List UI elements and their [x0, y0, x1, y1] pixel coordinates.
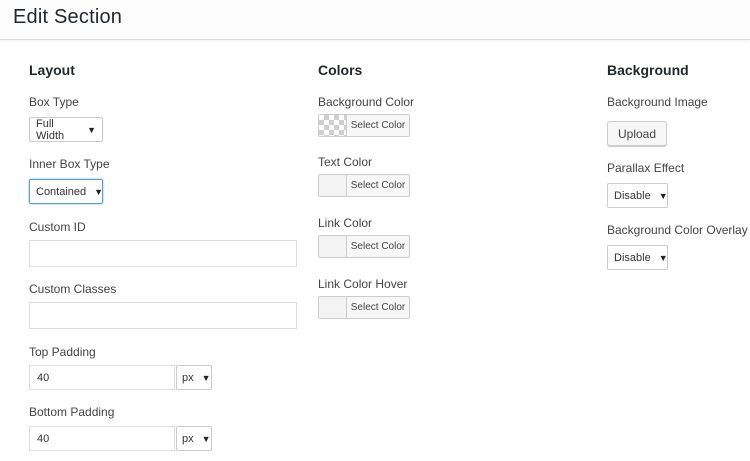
link-color-picker[interactable]: Select Color [318, 235, 410, 258]
top-padding-unit-select[interactable]: px ▼ [176, 365, 212, 390]
link-color-hover-label: Link Color Hover [318, 277, 408, 291]
inner-box-type-select[interactable]: Contained ▼ [29, 179, 103, 204]
background-color-label: Background Color [318, 95, 415, 109]
background-color-overlay-value: Disable [614, 251, 651, 264]
select-color-button[interactable]: Select Color [347, 115, 409, 136]
custom-classes-input[interactable] [29, 302, 297, 329]
parallax-effect-select[interactable]: Disable ▼ [607, 183, 668, 208]
text-color-picker[interactable]: Select Color [318, 174, 410, 197]
color-swatch [319, 236, 347, 257]
caret-down-icon: ▼ [87, 124, 96, 135]
upload-button[interactable]: Upload [607, 121, 668, 146]
background-color-picker[interactable]: Select Color [318, 114, 410, 137]
bottom-padding-unit: px [182, 432, 194, 445]
bottom-padding-unit-select[interactable]: px ▼ [176, 426, 212, 451]
background-section-title: Background [607, 62, 689, 78]
link-color-label: Link Color [318, 216, 373, 230]
custom-classes-label: Custom Classes [29, 282, 117, 296]
select-color-button[interactable]: Select Color [347, 297, 409, 318]
bottom-padding-input[interactable]: 40 [29, 426, 175, 451]
box-type-select[interactable]: Full Width ▼ [29, 117, 103, 142]
page-title: Edit Section [13, 6, 123, 28]
top-padding-input[interactable]: 40 [29, 365, 175, 390]
box-type-value: Full Width [36, 117, 65, 142]
box-type-label: Box Type [29, 95, 79, 109]
color-swatch [319, 297, 347, 318]
custom-id-label: Custom ID [29, 220, 86, 234]
colors-section-title: Colors [318, 62, 363, 78]
text-color-label: Text Color [318, 155, 373, 169]
bottom-padding-label: Bottom Padding [29, 405, 115, 419]
parallax-effect-value: Disable [614, 189, 651, 202]
modal-header: Edit Section [0, 0, 750, 40]
select-color-button[interactable]: Select Color [347, 175, 409, 196]
inner-box-type-value: Contained [36, 185, 87, 198]
color-swatch [319, 175, 347, 196]
background-color-overlay-label: Background Color Overlay [607, 223, 748, 237]
layout-section-title: Layout [29, 62, 75, 78]
caret-down-icon: ▼ [658, 190, 668, 201]
caret-down-icon: ▼ [94, 186, 104, 197]
link-color-hover-picker[interactable]: Select Color [318, 296, 410, 319]
caret-down-icon: ▼ [201, 372, 211, 383]
caret-down-icon: ▼ [201, 433, 211, 444]
background-color-overlay-select[interactable]: Disable ▼ [607, 245, 668, 270]
top-padding-label: Top Padding [29, 345, 96, 359]
caret-down-icon: ▼ [658, 252, 668, 263]
inner-box-type-label: Inner Box Type [29, 157, 110, 171]
background-image-label: Background Image [607, 95, 708, 109]
transparent-swatch-icon [319, 115, 347, 136]
parallax-effect-label: Parallax Effect [607, 161, 685, 175]
top-padding-unit: px [182, 371, 194, 384]
select-color-button[interactable]: Select Color [347, 236, 409, 257]
custom-id-input[interactable] [29, 240, 297, 267]
